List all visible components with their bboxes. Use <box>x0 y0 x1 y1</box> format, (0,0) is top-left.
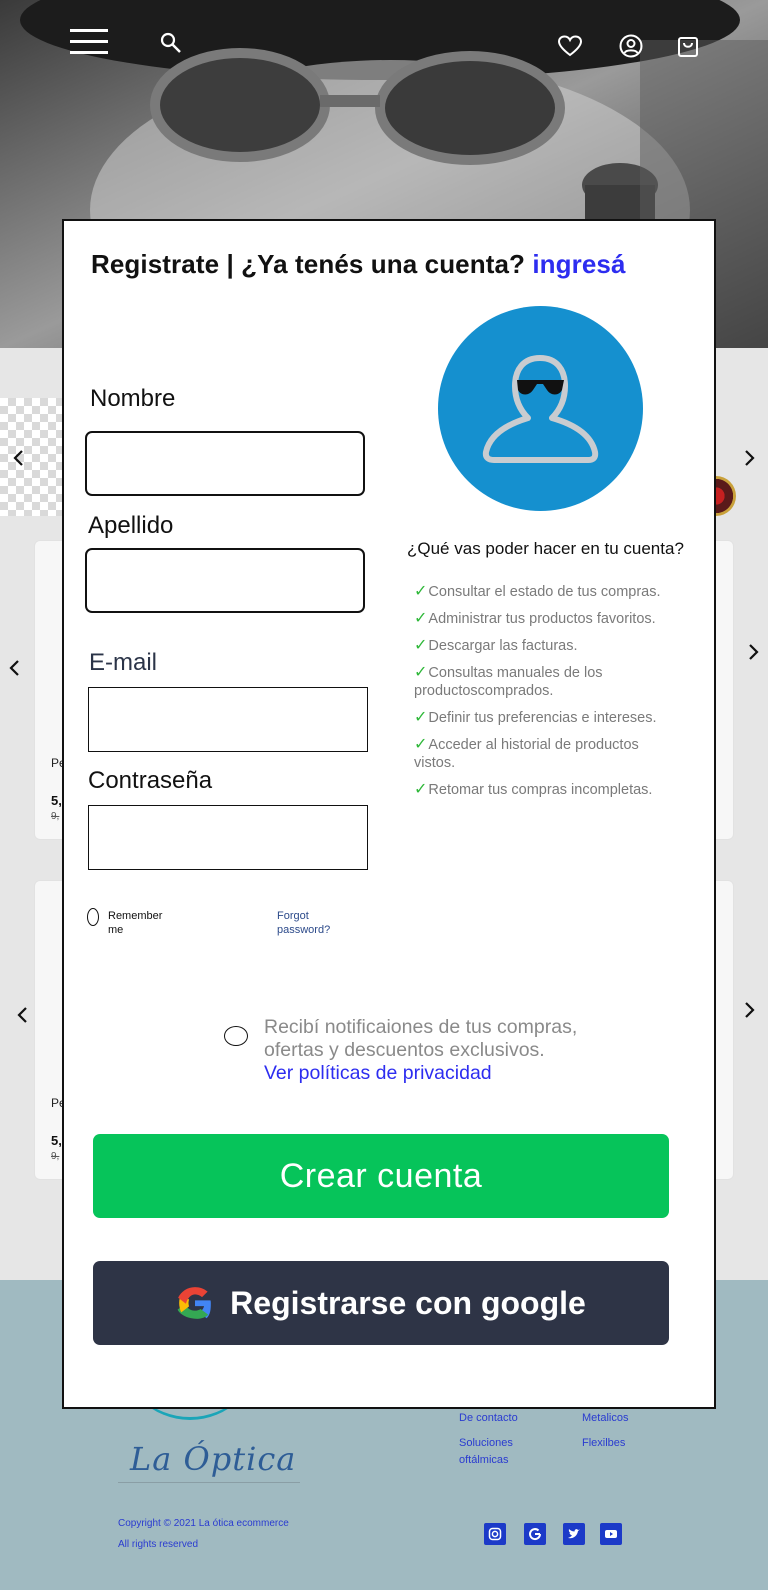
chevron-right-icon[interactable] <box>742 641 764 663</box>
notifications-radio[interactable] <box>224 1026 248 1046</box>
check-icon: ✓ <box>414 637 428 654</box>
chevron-left-icon[interactable] <box>12 1004 34 1026</box>
google-icon <box>177 1287 212 1319</box>
list-item: ✓Consultas manuales de los productoscomp… <box>414 664 603 699</box>
chevron-left-icon[interactable] <box>8 447 30 469</box>
nombre-input[interactable] <box>85 431 365 496</box>
apellido-input[interactable] <box>85 548 365 613</box>
nombre-label: Nombre <box>90 385 176 412</box>
footer-link-oftalmicas[interactable]: Soluciones oftálmicas <box>459 1435 539 1469</box>
password-input[interactable] <box>88 805 368 870</box>
check-icon: ✓ <box>414 781 428 798</box>
list-item: ✓Descargar las facturas. <box>414 637 578 654</box>
list-item: ✓Retomar tus compras incompletas. <box>414 781 653 798</box>
register-modal: Registrate | ¿Ya tenés una cuenta? ingre… <box>62 219 716 1409</box>
create-account-button[interactable]: Crear cuenta <box>93 1134 669 1218</box>
list-item: ✓Administrar tus productos favoritos. <box>414 610 656 627</box>
forgot-password-link[interactable]: Forgot password? <box>277 909 347 937</box>
copyright-text: Copyright © 2021 La ótica ecommerce <box>118 1518 289 1529</box>
twitter-icon[interactable] <box>563 1523 585 1545</box>
benefits-list: ✓Consultar el estado de tus compras. ✓Ad… <box>414 583 704 808</box>
user-circle-icon[interactable] <box>619 34 643 58</box>
heart-icon[interactable] <box>557 35 583 57</box>
check-icon: ✓ <box>414 583 428 600</box>
privacy-policy-link[interactable]: Ver políticas de privacidad <box>264 1062 492 1085</box>
remember-me-radio[interactable] <box>87 908 99 926</box>
modal-title-text: Registrate | ¿Ya tenés una cuenta? <box>91 249 533 279</box>
product-price: 5, <box>51 793 62 808</box>
list-item: ✓Definir tus preferencias e intereses. <box>414 709 657 726</box>
benefits-heading: ¿Qué vas poder hacer en tu cuenta? <box>407 539 684 558</box>
brand-logo-text: La Óptica <box>130 1440 297 1478</box>
shopping-bag-icon[interactable] <box>677 34 699 58</box>
product-old-price: 9, <box>51 811 60 822</box>
check-icon: ✓ <box>414 736 428 753</box>
top-nav-bar <box>0 0 768 90</box>
check-icon: ✓ <box>414 664 428 681</box>
youtube-icon[interactable] <box>600 1523 622 1545</box>
chevron-right-icon[interactable] <box>738 447 760 469</box>
user-silhouette-icon <box>482 355 599 463</box>
google-icon[interactable] <box>524 1523 546 1545</box>
chevron-right-icon[interactable] <box>738 999 760 1021</box>
avatar-illustration <box>438 306 643 511</box>
footer-link-flexibles[interactable]: Flexilbes <box>582 1435 625 1452</box>
product-old-price: 9, <box>51 1151 60 1162</box>
notifications-text: Recibí notificaiones de tus compras, ofe… <box>264 1016 578 1061</box>
google-signup-label: Registrarse con google <box>230 1284 586 1321</box>
google-signup-button[interactable]: Registrarse con google <box>93 1261 669 1345</box>
list-item: ✓Consultar el estado de tus compras. <box>414 583 661 600</box>
apellido-label: Apellido <box>88 512 174 539</box>
check-icon: ✓ <box>414 709 428 726</box>
modal-title: Registrate | ¿Ya tenés una cuenta? ingre… <box>91 249 626 280</box>
login-link[interactable]: ingresá <box>532 249 625 279</box>
hamburger-icon[interactable] <box>70 28 108 56</box>
password-label: Contraseña <box>88 767 213 794</box>
check-icon: ✓ <box>414 610 428 627</box>
email-input[interactable] <box>88 687 368 752</box>
product-price: 5, <box>51 1133 62 1148</box>
rights-text: All rights reserved <box>118 1539 199 1550</box>
search-icon[interactable] <box>160 32 182 54</box>
instagram-icon[interactable] <box>484 1523 506 1545</box>
footer-link-metalicos[interactable]: Metalicos <box>582 1410 628 1427</box>
chevron-left-icon[interactable] <box>4 657 26 679</box>
email-label: E-mail <box>89 649 158 676</box>
remember-me-label: Remember me <box>108 910 163 936</box>
footer-link-contact[interactable]: De contacto <box>459 1410 518 1427</box>
list-item: ✓Acceder al historial de productos visto… <box>414 736 639 771</box>
divider <box>118 1482 300 1483</box>
